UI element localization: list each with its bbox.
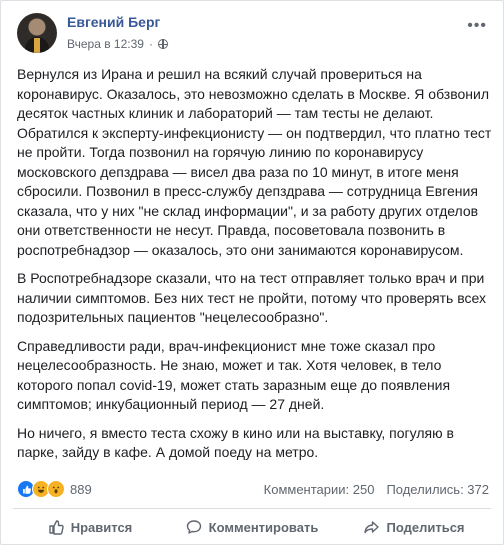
share-button[interactable]: Поделиться [333, 511, 495, 543]
post-meta: Вчера в 12:39 · [67, 37, 168, 51]
post-card: Евгений Берг Вчера в 12:39 · ••• Вернулс… [0, 0, 504, 545]
comments-count[interactable]: Комментарии: 250 [264, 482, 375, 497]
comment-icon [186, 520, 201, 534]
post-paragraph: Но ничего, я вместо теста схожу в кино и… [17, 424, 454, 461]
share-icon [364, 521, 380, 534]
reaction-count[interactable]: 889 [70, 482, 92, 497]
shares-count[interactable]: Поделились: 372 [386, 482, 489, 497]
post-paragraph: В Роспотребнадзоре сказали, что на тест … [17, 270, 486, 325]
post-actions: Нравится Комментировать Поделиться [9, 511, 495, 543]
avatar-stripe [34, 38, 40, 53]
like-label: Нравится [70, 519, 133, 535]
thumbs-up-icon [49, 520, 64, 535]
engagement-counts: Комментарии: 250 Поделились: 372 [264, 482, 489, 497]
comment-button[interactable]: Комментировать [171, 511, 333, 543]
wow-icon [47, 480, 65, 498]
comment-label: Комментировать [208, 519, 319, 535]
share-label: Поделиться [386, 519, 465, 535]
timestamp[interactable]: Вчера в 12:39 [67, 37, 144, 51]
like-button[interactable]: Нравится [9, 511, 171, 543]
post-header: Евгений Берг Вчера в 12:39 · ••• [17, 13, 487, 57]
reactions-summary[interactable]: 889 [17, 480, 92, 498]
meta-separator: · [148, 37, 153, 51]
post-text: Вернулся из Ирана и решил на всякий случ… [17, 65, 492, 472]
post-stats: 889 Комментарии: 250 Поделились: 372 [17, 479, 489, 499]
author-name[interactable]: Евгений Берг [67, 14, 160, 30]
globe-icon[interactable] [157, 39, 168, 49]
post-paragraph: Вернулся из Ирана и решил на всякий случ… [17, 66, 492, 258]
avatar[interactable] [17, 13, 57, 53]
divider [13, 508, 491, 509]
post-paragraph: Справедливости ради, врач-инфекционист м… [17, 337, 451, 413]
more-options-button[interactable]: ••• [467, 17, 487, 35]
